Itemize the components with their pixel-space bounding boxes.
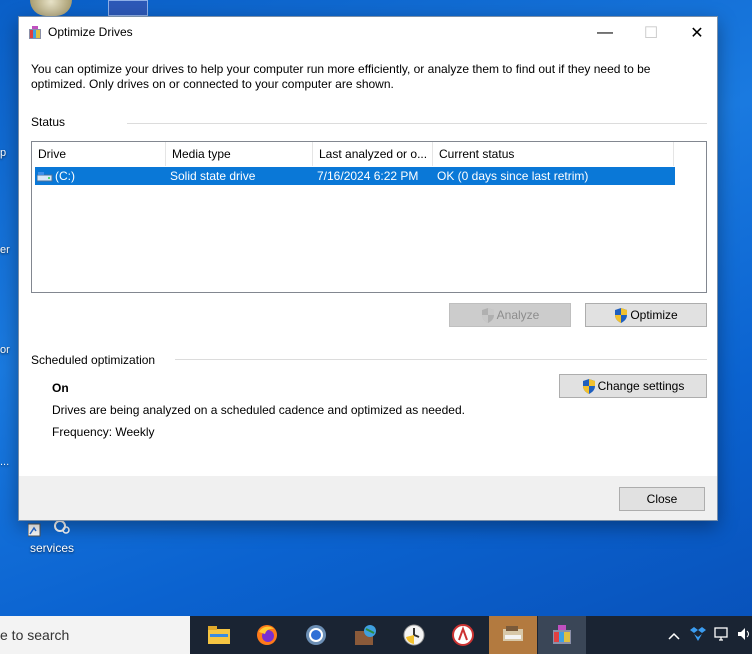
- schedule-state: On: [52, 381, 69, 395]
- show-hidden-icons-icon[interactable]: [668, 628, 680, 643]
- last-analyzed-cell: 7/16/2024 6:22 PM: [317, 169, 419, 183]
- desktop-icon-top-1[interactable]: [30, 0, 72, 16]
- maximize-button[interactable]: ☐: [628, 17, 674, 48]
- network-icon[interactable]: [714, 626, 730, 644]
- scheduled-group-label: Scheduled optimization: [31, 353, 156, 367]
- desktop-edge-text-4: ...: [0, 456, 10, 468]
- column-header-last-analyzed[interactable]: Last analyzed or o...: [313, 142, 433, 166]
- app-4-taskbar-icon[interactable]: [341, 616, 389, 654]
- drives-list[interactable]: Drive Media type Last analyzed or o... C…: [31, 141, 707, 293]
- taskbar-search-box[interactable]: e to search: [0, 616, 190, 654]
- file-explorer-taskbar-icon[interactable]: [195, 616, 243, 654]
- drives-list-header: Drive Media type Last analyzed or o... C…: [32, 142, 706, 166]
- column-header-current-status[interactable]: Current status: [433, 142, 674, 166]
- firefox-taskbar-icon[interactable]: [243, 616, 291, 654]
- change-settings-label: Change settings: [597, 379, 685, 393]
- drive-cell: (C:): [35, 167, 166, 185]
- intro-text: You can optimize your drives to help you…: [31, 62, 651, 91]
- change-settings-button[interactable]: Change settings: [559, 374, 707, 398]
- uac-shield-icon: [481, 307, 494, 323]
- column-header-drive[interactable]: Drive: [32, 142, 166, 166]
- window-title: Optimize Drives: [48, 25, 133, 39]
- app-6-taskbar-icon[interactable]: [439, 616, 487, 654]
- analyze-button-label: Analyze: [496, 308, 540, 322]
- desktop-edge-text-2: er: [0, 244, 10, 256]
- app-7-taskbar-icon[interactable]: [489, 616, 537, 654]
- content-pane: You can optimize your drives to help you…: [19, 48, 717, 476]
- drive-icon: [37, 171, 53, 182]
- media-type-cell: Solid state drive: [170, 169, 256, 183]
- close-button[interactable]: Close: [619, 487, 705, 511]
- clock-taskbar-icon[interactable]: [390, 616, 438, 654]
- uac-shield-icon: [615, 307, 628, 323]
- drive-name: (C:): [55, 169, 75, 183]
- desktop-edge-text-1: p: [0, 147, 7, 159]
- status-group-label: Status: [31, 115, 66, 129]
- defrag-app-icon: [29, 26, 41, 39]
- schedule-frequency: Frequency: Weekly: [52, 425, 155, 439]
- minimize-button[interactable]: —: [582, 17, 628, 48]
- schedule-description: Drives are being analyzed on a scheduled…: [52, 403, 465, 417]
- scheduled-group-divider: [175, 359, 707, 360]
- column-header-media-type[interactable]: Media type: [166, 142, 313, 166]
- desktop-edge-text-3: or: [0, 344, 10, 356]
- desktop-icon-top-2[interactable]: [108, 0, 148, 16]
- optimize-button[interactable]: Optimize: [585, 303, 707, 327]
- volume-icon[interactable]: [738, 627, 750, 644]
- services-icon-label: services: [30, 541, 75, 555]
- dialog-footer: Close: [19, 476, 717, 520]
- optimize-drives-taskbar-icon[interactable]: [538, 616, 586, 654]
- optimize-button-label: Optimize: [630, 308, 678, 322]
- services-icon[interactable]: [27, 520, 72, 540]
- taskbar: e to search: [0, 616, 752, 654]
- chrome-taskbar-icon[interactable]: [292, 616, 340, 654]
- dropbox-icon[interactable]: [690, 626, 706, 644]
- current-status-cell: OK (0 days since last retrim): [437, 169, 589, 183]
- status-group-divider: [127, 123, 707, 124]
- title-bar[interactable]: Optimize Drives — ☐ ✕: [19, 17, 717, 48]
- uac-shield-icon: [582, 378, 595, 394]
- drive-row-c[interactable]: (C:) Solid state drive 7/16/2024 6:22 PM…: [35, 167, 675, 185]
- system-tray: [668, 616, 750, 654]
- optimize-drives-window: Optimize Drives — ☐ ✕ You can optimize y…: [18, 16, 718, 521]
- close-window-button[interactable]: ✕: [674, 17, 720, 48]
- analyze-button[interactable]: Analyze: [449, 303, 571, 327]
